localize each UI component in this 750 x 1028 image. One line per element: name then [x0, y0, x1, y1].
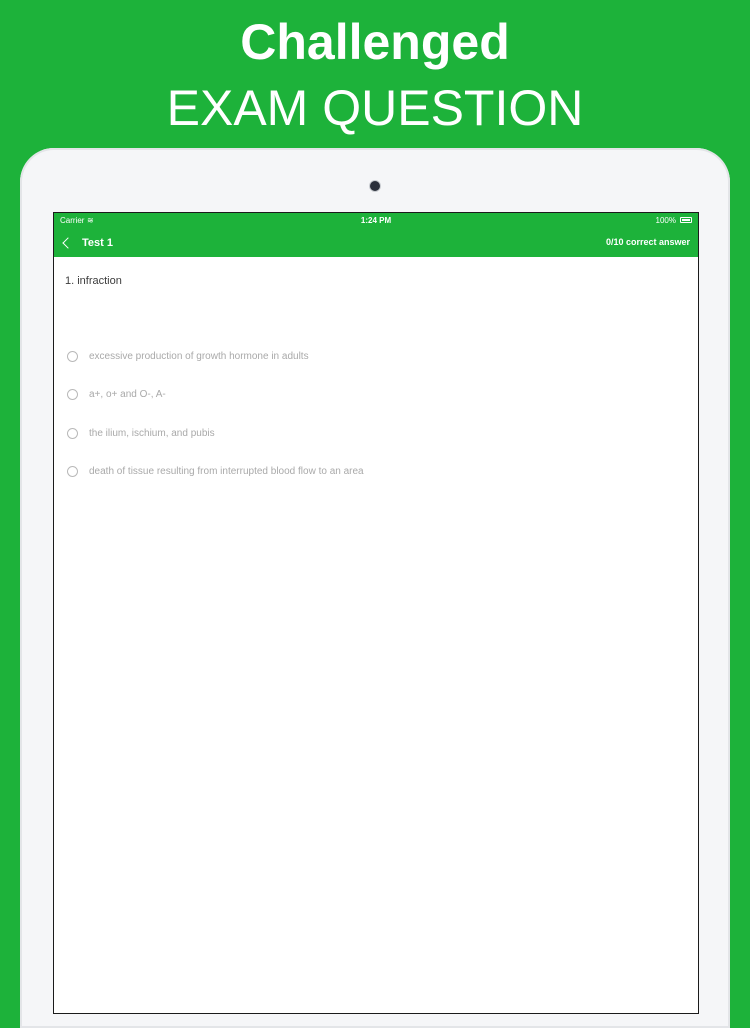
question-text: 1. infraction — [65, 275, 122, 287]
score-label: 0/10 correct answer — [605, 237, 690, 247]
radio-icon[interactable] — [67, 466, 78, 478]
status-bar: Carrier ≋ 1:24 PM 100% — [54, 213, 698, 229]
radio-icon[interactable] — [67, 427, 78, 439]
battery-icon — [680, 217, 692, 223]
answer-option[interactable]: death of tissue resulting from interrupt… — [54, 453, 698, 492]
back-chevron-icon[interactable] — [62, 237, 74, 249]
answer-option[interactable]: the ilium, ischium, and pubis — [54, 414, 698, 453]
answer-label[interactable]: the ilium, ischium, and pubis — [89, 428, 215, 439]
answer-list: excessive production of growth hormone i… — [54, 337, 698, 491]
answer-label[interactable]: death of tissue resulting from interrupt… — [89, 466, 364, 477]
promo-title-line-2: EXAM QUESTION — [166, 80, 584, 136]
answer-label[interactable]: excessive production of growth hormone i… — [89, 351, 309, 362]
navigation-bar: Test 1 0/10 correct answer — [54, 229, 698, 257]
camera-icon — [370, 181, 380, 191]
radio-icon[interactable] — [67, 389, 78, 401]
back-button[interactable]: Test 1 — [60, 233, 113, 253]
answer-option[interactable]: a+, o+ and O-, A- — [54, 376, 698, 415]
radio-icon[interactable] — [67, 350, 78, 362]
promo-title-line-1: Challenged — [240, 14, 510, 70]
status-time: 1:24 PM — [360, 216, 392, 225]
app-screen: Carrier ≋ 1:24 PM 100% Test 1 0/10 corre… — [53, 212, 699, 1014]
status-battery-percent: 100% — [655, 216, 676, 225]
answer-option[interactable]: excessive production of growth hormone i… — [54, 337, 698, 376]
nav-title[interactable]: Test 1 — [82, 237, 113, 249]
answer-label[interactable]: a+, o+ and O-, A- — [89, 389, 166, 400]
tablet-frame: Carrier ≋ 1:24 PM 100% Test 1 0/10 corre… — [20, 148, 730, 1028]
